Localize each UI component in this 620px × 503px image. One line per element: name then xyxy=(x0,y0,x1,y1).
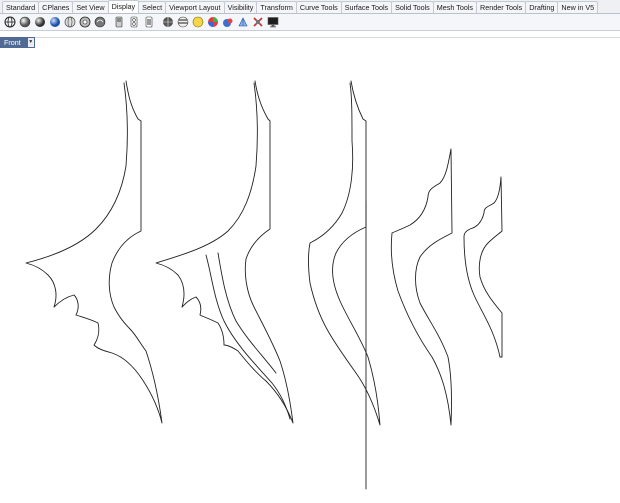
curve-shape-3-outline xyxy=(308,80,381,426)
viewport-title[interactable]: Front ▼ xyxy=(0,37,35,48)
draft-angle-analysis-icon[interactable] xyxy=(221,16,234,29)
tab-select[interactable]: Select xyxy=(138,1,167,13)
shaded-viewport-icon[interactable] xyxy=(18,16,31,29)
tab-standard[interactable]: Standard xyxy=(2,1,40,13)
tab-transform[interactable]: Transform xyxy=(256,1,297,13)
tab-mesh-tools[interactable]: Mesh Tools xyxy=(432,1,478,13)
pen-viewport-icon[interactable] xyxy=(112,16,125,29)
front-viewport[interactable] xyxy=(0,37,620,502)
tab-cplanes[interactable]: CPlanes xyxy=(38,1,74,13)
environment-map-icon[interactable] xyxy=(191,16,204,29)
rendered-viewport-icon[interactable] xyxy=(33,16,46,29)
zebra-analysis-icon[interactable] xyxy=(176,16,189,29)
viewport-menu-dropdown[interactable]: ▼ xyxy=(26,37,35,48)
shade-selected-icon[interactable] xyxy=(142,16,155,29)
tab-visibility[interactable]: Visibility xyxy=(223,1,258,13)
xray-viewport-icon[interactable] xyxy=(63,16,76,29)
wireframe-viewport-icon[interactable] xyxy=(3,16,16,29)
tab-new-in-v5[interactable]: New in V5 xyxy=(557,1,599,13)
display-settings-icon[interactable] xyxy=(266,16,279,29)
viewport-name-label[interactable]: Front xyxy=(0,37,27,48)
light-icon[interactable] xyxy=(251,16,264,29)
curve-shape-2-outline xyxy=(155,80,294,424)
display-toolbar xyxy=(0,14,620,31)
curve-shape-1-outline xyxy=(25,80,163,424)
tab-set-view[interactable]: Set View xyxy=(72,1,109,13)
curvature-analysis-icon[interactable] xyxy=(206,16,219,29)
technical-viewport-icon[interactable] xyxy=(78,16,91,29)
artistic-viewport-icon[interactable] xyxy=(93,16,106,29)
flip-shade-icon[interactable] xyxy=(127,16,140,29)
curve-shape-5-outline xyxy=(463,176,503,358)
tab-curve-tools[interactable]: Curve Tools xyxy=(295,1,342,13)
tab-display[interactable]: Display xyxy=(107,0,140,13)
tab-drafting[interactable]: Drafting xyxy=(525,1,559,13)
curve-drawing[interactable] xyxy=(0,38,620,503)
toolbar-tab-strip: Standard CPlanes Set View Display Select View… xyxy=(0,0,620,14)
ghosted-viewport-icon[interactable] xyxy=(48,16,61,29)
tab-viewport-layout[interactable]: Viewport Layout xyxy=(165,1,225,13)
edge-analysis-icon[interactable] xyxy=(236,16,249,29)
curve-shape-4-outline xyxy=(390,148,453,426)
tab-surface-tools[interactable]: Surface Tools xyxy=(340,1,393,13)
chevron-down-icon: ▼ xyxy=(28,39,34,45)
tab-solid-tools[interactable]: Solid Tools xyxy=(391,1,434,13)
tab-render-tools[interactable]: Render Tools xyxy=(476,1,527,13)
render-mesh-icon[interactable] xyxy=(161,16,174,29)
